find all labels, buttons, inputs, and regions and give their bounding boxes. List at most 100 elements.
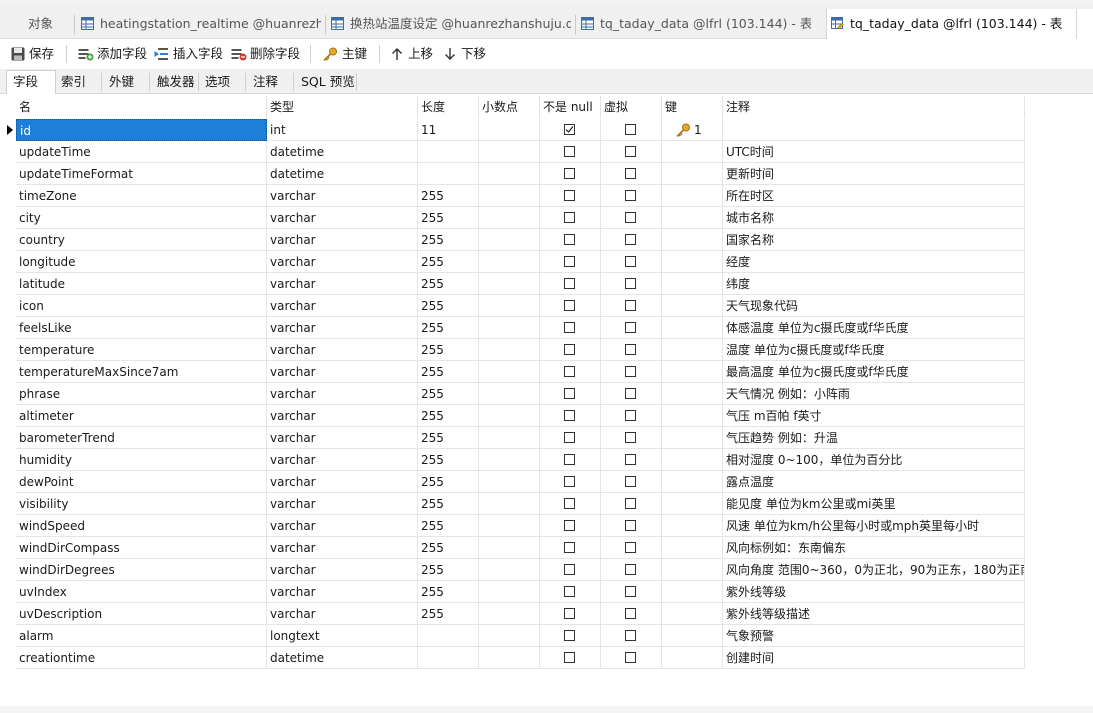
cell-not-null[interactable] [540,207,601,229]
cell-key[interactable] [662,427,723,449]
cell-comment[interactable]: 气压趋势 例如：升温 [723,427,1025,449]
cell-length[interactable]: 255 [418,207,479,229]
cell-type[interactable]: varchar [267,383,418,405]
cell-name[interactable]: updateTime [16,141,267,163]
cell-decimals[interactable] [479,383,540,405]
cell-name[interactable]: alarm [16,625,267,647]
cell-comment[interactable]: 紫外线等级 [723,581,1025,603]
cell-not-null[interactable] [540,559,601,581]
cell-decimals[interactable] [479,119,540,141]
cell-not-null[interactable] [540,339,601,361]
cell-virtual[interactable] [601,207,662,229]
cell-type[interactable]: varchar [267,427,418,449]
cell-comment[interactable]: 风速 单位为km/h公里每小时或mph英里每小时 [723,515,1025,537]
cell-length[interactable]: 255 [418,493,479,515]
cell-decimals[interactable] [479,625,540,647]
virtual-checkbox[interactable] [625,300,636,311]
cell-length[interactable] [418,163,479,185]
not-null-checkbox[interactable] [564,586,575,597]
cell-comment[interactable]: 天气情况 例如：小阵雨 [723,383,1025,405]
cell-not-null[interactable] [540,471,601,493]
cell-not-null[interactable] [540,317,601,339]
cell-type[interactable]: varchar [267,493,418,515]
not-null-checkbox[interactable] [564,344,575,355]
cell-name[interactable]: windSpeed [16,515,267,537]
cell-name[interactable]: feelsLike [16,317,267,339]
cell-virtual[interactable] [601,559,662,581]
table-row[interactable]: longitude varchar 255 经度 [0,251,1025,273]
subtab-foreign-keys[interactable]: 外键 [103,71,149,93]
cell-virtual[interactable] [601,581,662,603]
virtual-checkbox[interactable] [625,190,636,201]
header-key[interactable]: 键 [662,96,723,118]
virtual-checkbox[interactable] [625,432,636,443]
not-null-checkbox[interactable] [564,212,575,223]
cell-key[interactable] [662,515,723,537]
not-null-checkbox[interactable] [564,322,575,333]
cell-decimals[interactable] [479,339,540,361]
cell-virtual[interactable] [601,229,662,251]
cell-length[interactable]: 255 [418,229,479,251]
cell-key[interactable] [662,251,723,273]
cell-length[interactable]: 255 [418,603,479,625]
cell-type[interactable]: varchar [267,273,418,295]
cell-not-null[interactable] [540,405,601,427]
cell-key[interactable] [662,625,723,647]
table-row[interactable]: updateTimeFormat datetime 更新时间 [0,163,1025,185]
cell-type[interactable]: datetime [267,163,418,185]
cell-comment[interactable]: 纬度 [723,273,1025,295]
cell-type[interactable]: varchar [267,537,418,559]
virtual-checkbox[interactable] [625,630,636,641]
table-row[interactable]: temperatureMaxSince7am varchar 255 最高温度 单位为… [0,361,1025,383]
header-type[interactable]: 类型 [267,96,418,118]
cell-not-null[interactable] [540,141,601,163]
cell-length[interactable]: 255 [418,537,479,559]
subtab-options[interactable]: 选项 [199,71,245,93]
cell-comment[interactable]: 温度 单位为c摄氏度或f华氏度 [723,339,1025,361]
virtual-checkbox[interactable] [625,454,636,465]
cell-decimals[interactable] [479,295,540,317]
cell-virtual[interactable] [601,185,662,207]
cell-name[interactable]: dewPoint [16,471,267,493]
cell-decimals[interactable] [479,537,540,559]
cell-length[interactable]: 255 [418,405,479,427]
cell-virtual[interactable] [601,361,662,383]
subtab-indexes[interactable]: 索引 [55,71,101,93]
cell-length[interactable]: 255 [418,427,479,449]
cell-length[interactable] [418,141,479,163]
table-row[interactable]: icon varchar 255 天气现象代码 [0,295,1025,317]
cell-type[interactable]: varchar [267,559,418,581]
cell-comment[interactable]: 经度 [723,251,1025,273]
header-comment[interactable]: 注释 [723,96,1025,118]
cell-key[interactable] [662,405,723,427]
cell-virtual[interactable] [601,273,662,295]
cell-decimals[interactable] [479,361,540,383]
cell-comment[interactable]: 所在时区 [723,185,1025,207]
virtual-checkbox[interactable] [625,256,636,267]
cell-length[interactable] [418,647,479,669]
cell-key[interactable] [662,141,723,163]
cell-length[interactable]: 255 [418,339,479,361]
not-null-checkbox[interactable] [564,608,575,619]
table-row[interactable]: barometerTrend varchar 255 气压趋势 例如：升温 [0,427,1025,449]
not-null-checkbox[interactable] [564,234,575,245]
cell-name[interactable]: visibility [16,493,267,515]
cell-not-null[interactable] [540,185,601,207]
cell-length[interactable] [418,625,479,647]
cell-comment[interactable]: 最高温度 单位为c摄氏度或f华氏度 [723,361,1025,383]
not-null-checkbox[interactable] [564,146,575,157]
table-row[interactable]: alarm longtext 气象预警 [0,625,1025,647]
cell-key[interactable] [662,229,723,251]
cell-name[interactable]: barometerTrend [16,427,267,449]
add-field-button[interactable]: 添加字段 [78,39,148,69]
virtual-checkbox[interactable] [625,366,636,377]
table-row[interactable]: visibility varchar 255 能见度 单位为km公里或mi英里 [0,493,1025,515]
header-virtual[interactable]: 虚拟 [601,96,662,118]
cell-key[interactable] [662,493,723,515]
cell-not-null[interactable] [540,251,601,273]
virtual-checkbox[interactable] [625,410,636,421]
cell-virtual[interactable] [601,119,662,141]
tab-objects[interactable]: 对象 [28,11,68,37]
cell-virtual[interactable] [601,515,662,537]
cell-key[interactable] [662,163,723,185]
